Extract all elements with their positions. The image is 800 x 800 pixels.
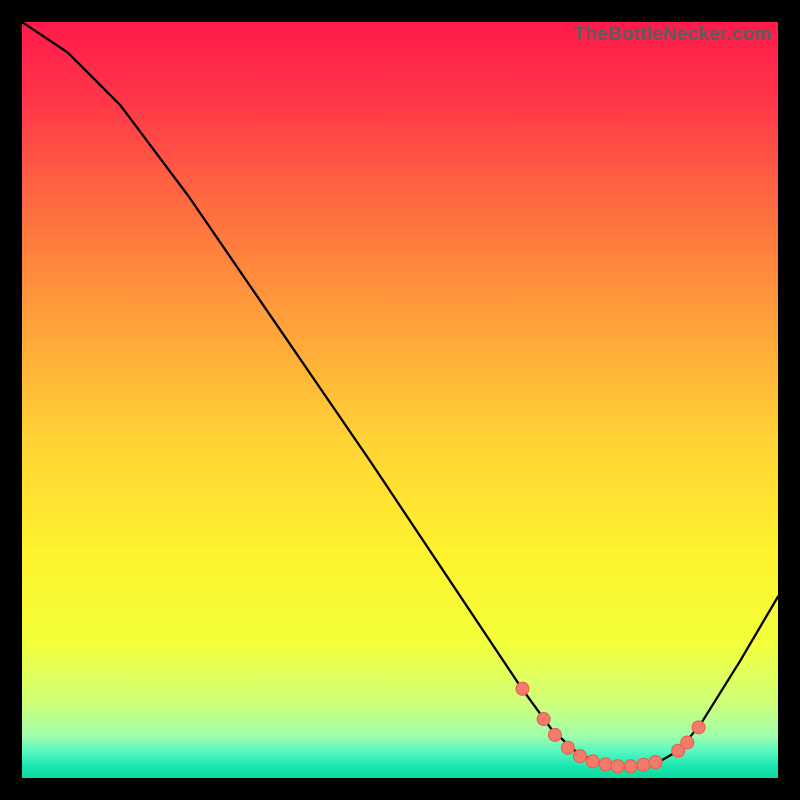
curve-markers bbox=[516, 682, 705, 772]
bottleneck-curve bbox=[22, 22, 778, 767]
curve-layer bbox=[22, 22, 778, 778]
watermark-text: TheBottleNecker.com bbox=[574, 24, 772, 46]
marker-dot bbox=[586, 755, 599, 768]
marker-dot bbox=[624, 760, 637, 773]
marker-dot bbox=[611, 760, 624, 773]
marker-dot bbox=[599, 758, 612, 771]
marker-dot bbox=[516, 682, 529, 695]
marker-dot bbox=[573, 750, 586, 763]
marker-dot bbox=[692, 721, 705, 734]
chart-frame: TheBottleNecker.com bbox=[0, 0, 800, 800]
marker-dot bbox=[561, 741, 574, 754]
plot-area: TheBottleNecker.com bbox=[22, 22, 778, 778]
marker-dot bbox=[681, 736, 694, 749]
marker-dot bbox=[637, 758, 650, 771]
marker-dot bbox=[537, 713, 550, 726]
marker-dot bbox=[548, 728, 561, 741]
marker-dot bbox=[649, 756, 662, 769]
